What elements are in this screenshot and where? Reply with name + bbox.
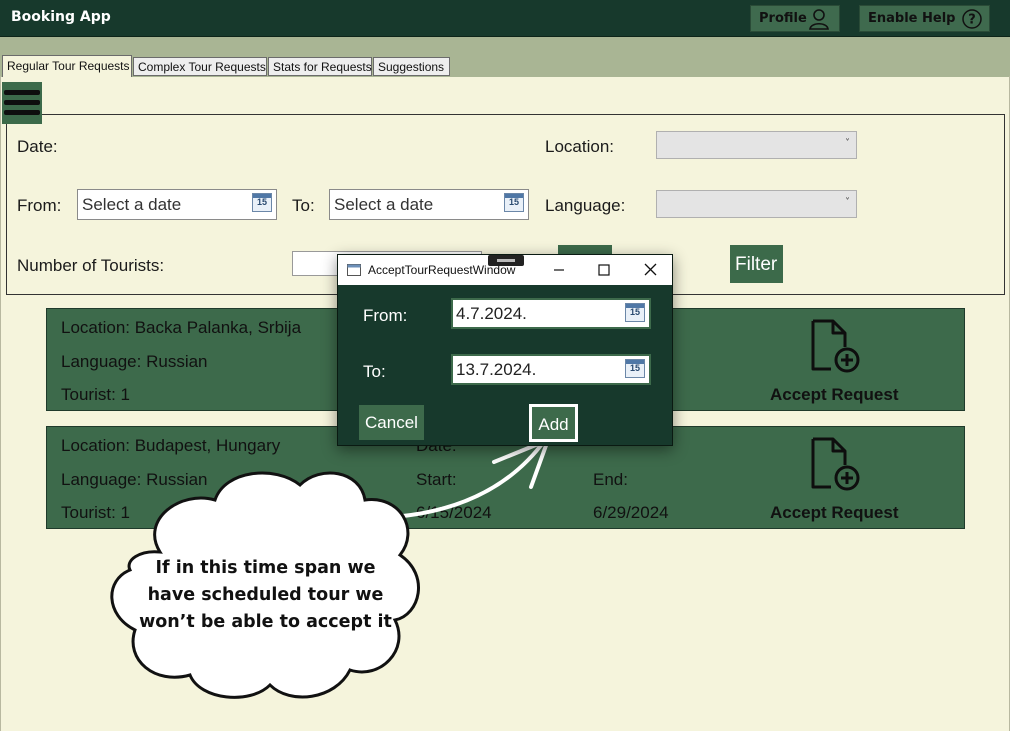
- accept-tour-request-dialog: AcceptTourRequestWindow From: 4.7.2024. …: [337, 254, 673, 446]
- close-icon[interactable]: [644, 263, 657, 276]
- cancel-button[interactable]: Cancel: [359, 405, 424, 440]
- dialog-from-label: From:: [363, 306, 408, 325]
- maximize-icon[interactable]: [598, 264, 610, 276]
- dialog-titlebar: AcceptTourRequestWindow: [338, 255, 672, 285]
- annotation-line: won’t be able to accept it: [139, 612, 392, 632]
- dialog-to-date[interactable]: 13.7.2024.: [451, 354, 651, 385]
- window-icon: [347, 264, 361, 276]
- dialog-to-value: 13.7.2024.: [456, 360, 537, 379]
- calendar-icon[interactable]: 15: [625, 359, 645, 378]
- dialog-from-value: 4.7.2024.: [456, 304, 527, 323]
- minimize-icon[interactable]: [553, 264, 565, 276]
- annotation-text: If in this time span we have scheduled t…: [128, 555, 403, 636]
- dialog-from-date[interactable]: 4.7.2024.: [451, 298, 651, 329]
- annotation-line: have scheduled tour we: [147, 585, 384, 605]
- drag-handle[interactable]: [488, 255, 524, 266]
- add-button[interactable]: Add: [529, 404, 578, 442]
- dialog-to-label: To:: [363, 362, 386, 381]
- calendar-icon[interactable]: 15: [625, 303, 645, 322]
- annotation-line: If in this time span we: [155, 558, 376, 578]
